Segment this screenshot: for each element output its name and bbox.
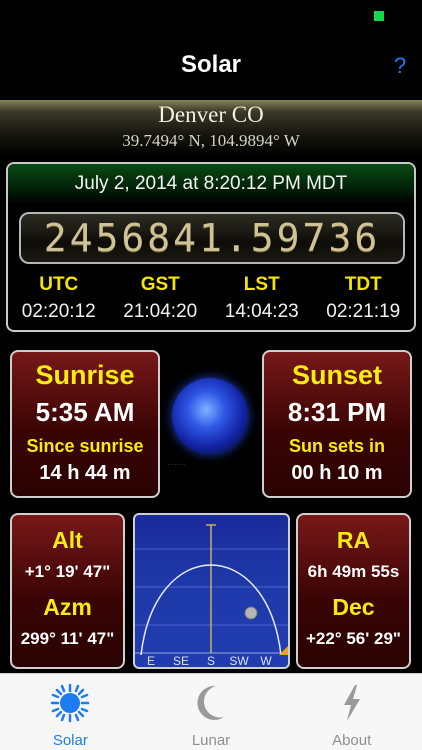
sunset-time: 8:31 PM: [287, 397, 387, 427]
timezone-gst: GST 21:04:20: [110, 274, 212, 323]
location-coords: 39.7494° N, 104.9894° W: [122, 131, 300, 150]
direction-label: W: [260, 654, 272, 667]
timezone-label: UTC: [39, 274, 79, 295]
location-name: Denver CO: [158, 102, 264, 127]
sun-path-svg: E SE S SW W: [135, 524, 288, 667]
tab-label: Solar: [52, 732, 88, 749]
timezone-value: 02:20:12: [21, 301, 96, 322]
timezone-value: 02:21:19: [326, 301, 401, 322]
sunset-panel: Sunset 8:31 PM Sun sets in 00 h 10 m: [262, 350, 412, 498]
right-ascension-value: 6h 49m 55s: [307, 562, 400, 581]
moon-icon: [141, 680, 282, 726]
tab-label: Lunar: [191, 732, 231, 749]
direction-label: E: [147, 654, 155, 667]
sunrise-title: Sunrise: [35, 360, 135, 390]
right-ascension-label: RA: [336, 527, 371, 553]
altitude-value: +1° 19' 47": [24, 562, 111, 581]
help-button[interactable]: ?: [394, 53, 406, 79]
sunset-title: Sunset: [291, 360, 383, 390]
location-header: Denver CO 39.7494° N, 104.9894° W: [0, 100, 422, 157]
declination-label: Dec: [332, 594, 375, 620]
timezone-label: LST: [243, 274, 280, 295]
timezone-value: 14:04:23: [224, 301, 299, 322]
time-panel: July 2, 2014 at 8:20:12 PM MDT 2456841.5…: [6, 162, 416, 332]
sun-icon: [0, 680, 141, 726]
tab-about[interactable]: About: [281, 674, 422, 750]
page-title: Solar: [180, 51, 242, 78]
sunrise-panel: Sunrise 5:35 AM Since sunrise 14 h 44 m: [10, 350, 160, 498]
timezone-label: GST: [140, 274, 180, 295]
timezone-tdt: TDT 02:21:19: [313, 274, 415, 323]
timezone-lst: LST 14:04:23: [211, 274, 313, 323]
timezone-row: UTC 02:20:12 GST 21:04:20 LST 14:04:23 T…: [8, 274, 414, 323]
sun-sets-in-label: Sun sets in: [288, 436, 386, 456]
sun-image-caption: · · · · · ·: [168, 462, 185, 468]
ra-dec-panel: RA 6h 49m 55s Dec +22° 56' 29": [296, 513, 411, 669]
tab-solar[interactable]: Solar: [0, 674, 141, 750]
lightning-icon: [281, 680, 422, 726]
timezone-value: 21:04:20: [123, 301, 198, 322]
tab-bar: Solar Lunar About: [0, 673, 422, 750]
julian-day-display: 2456841.59736: [19, 212, 405, 264]
altitude-label: Alt: [52, 527, 83, 553]
alt-azm-panel: Alt +1° 19' 47" Azm 299° 11' 47": [10, 513, 125, 669]
direction-label: SW: [229, 654, 249, 667]
direction-label: S: [207, 654, 215, 667]
timezone-label: TDT: [344, 274, 382, 295]
tab-lunar[interactable]: Lunar: [141, 674, 282, 750]
sun-position-marker: [244, 606, 258, 620]
azimuth-value: 299° 11' 47": [20, 629, 115, 648]
sun-image: [172, 378, 248, 454]
azimuth-label: Azm: [43, 594, 92, 620]
direction-label: SE: [173, 654, 189, 667]
since-sunrise-value: 14 h 44 m: [39, 462, 131, 484]
sun-path-chart: E SE S SW W: [133, 513, 290, 669]
declination-value: +22° 56' 29": [305, 629, 401, 648]
tab-label: About: [332, 732, 372, 749]
sunrise-time: 5:35 AM: [35, 397, 135, 427]
timezone-utc: UTC 02:20:12: [8, 274, 110, 323]
status-indicator: [374, 11, 384, 21]
datetime-label: July 2, 2014 at 8:20:12 PM MDT: [8, 164, 414, 204]
since-sunrise-label: Since sunrise: [26, 436, 144, 456]
sun-sets-in-value: 00 h 10 m: [291, 462, 383, 484]
